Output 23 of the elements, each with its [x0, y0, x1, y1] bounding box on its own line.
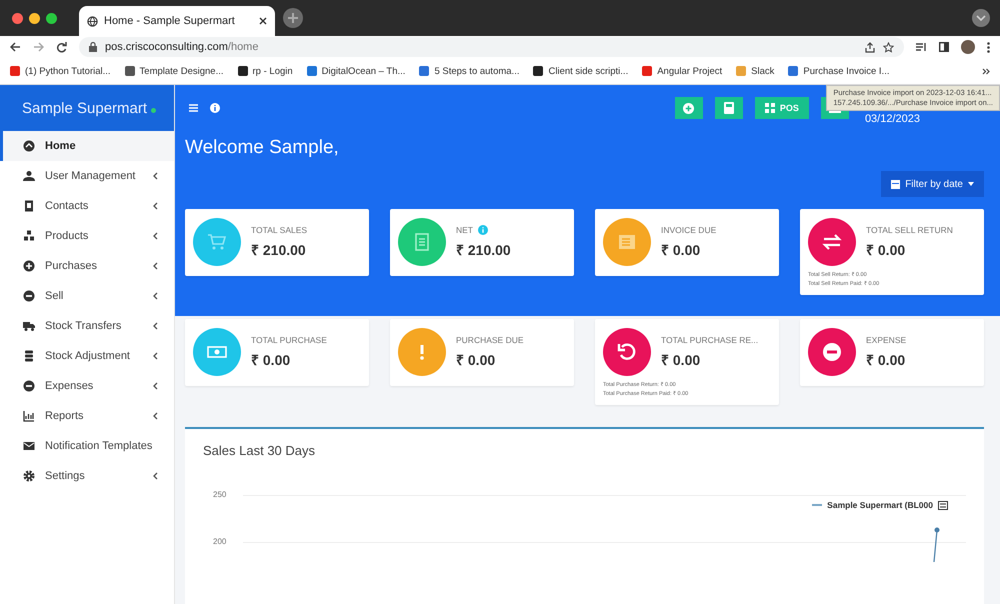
- stat-label: INVOICE DUE: [661, 225, 716, 235]
- stat-value: ₹ 0.00: [866, 241, 906, 259]
- legend-label: Sample Supermart (BL000: [827, 500, 933, 510]
- stat-label: TOTAL PURCHASE RE...: [661, 335, 758, 346]
- stat-label: PURCHASE DUE: [456, 335, 524, 346]
- stat-value: ₹ 0.00: [251, 351, 292, 370]
- stat-value: ₹ 0.00: [866, 351, 906, 370]
- chart-title: Sales Last 30 Days: [203, 443, 316, 458]
- stat-value: ₹ 0.00: [661, 351, 702, 370]
- stat-label: EXPENSE: [866, 335, 906, 346]
- current-date: 03/12/2023: [864, 113, 920, 127]
- stat-label: TOTAL PURCHASE: [251, 335, 327, 346]
- stat-label: NET: [456, 225, 473, 235]
- y-tick-label: 250: [213, 490, 228, 500]
- stat-value: ₹ 210.00: [251, 241, 307, 259]
- welcome-heading: Welcome Sample,: [185, 137, 340, 159]
- stat-value: ₹ 210.00: [456, 241, 511, 259]
- stat-value: ₹ 0.00: [456, 351, 496, 370]
- stat-label: TOTAL SELL RETURN: [866, 225, 953, 235]
- stat-label: TOTAL SALES: [251, 225, 308, 235]
- brand-name: Sample Supermart: [22, 100, 148, 116]
- y-tick-label: 200: [213, 537, 228, 546]
- stat-value: ₹ 0.00: [661, 241, 702, 259]
